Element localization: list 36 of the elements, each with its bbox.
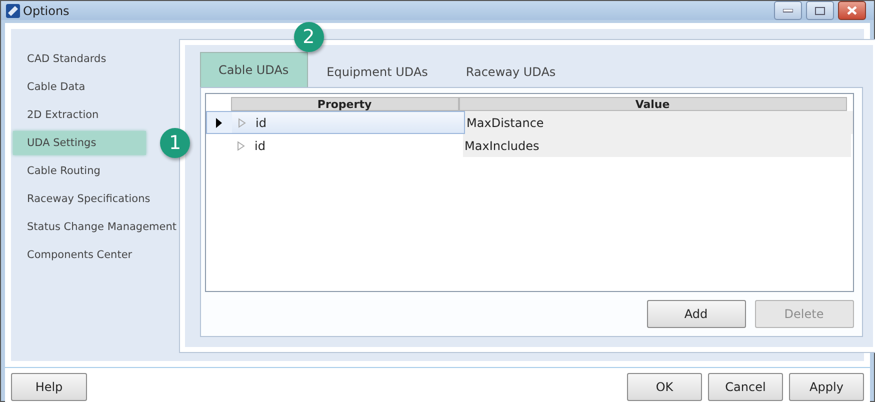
tab[interactable]: Raceway UDAs <box>446 56 575 87</box>
dialog-button[interactable]: Apply <box>789 373 864 401</box>
close-icon <box>847 6 857 15</box>
property-text: id <box>254 138 266 152</box>
sidebar-item[interactable]: 2D Extraction <box>13 103 146 127</box>
sidebar-item[interactable]: Status Change Management <box>13 215 179 239</box>
minimize-button[interactable] <box>774 1 802 20</box>
maximize-icon <box>815 6 825 14</box>
property-cell[interactable]: id <box>230 134 463 157</box>
tab[interactable]: Equipment UDAs <box>308 56 447 87</box>
sidebar-item[interactable]: Cable Data <box>13 75 146 99</box>
help-button[interactable]: Help <box>11 373 87 401</box>
sidebar-item[interactable]: Components Center <box>13 243 146 267</box>
current-row-icon <box>216 118 222 128</box>
sidebar-item[interactable]: Cable Routing <box>13 159 146 183</box>
maximize-button[interactable] <box>806 1 834 20</box>
column-header[interactable]: Value <box>458 97 847 111</box>
column-header[interactable]: Property <box>230 97 459 111</box>
dialog-button[interactable]: Cancel <box>708 373 783 401</box>
callout-badge: 2 <box>294 22 324 52</box>
property-text: id <box>256 116 266 130</box>
add-button[interactable]: Add <box>646 300 746 328</box>
tab[interactable]: Cable UDAs <box>200 52 308 87</box>
callout-badge: 1 <box>160 128 190 158</box>
value-cell[interactable]: MaxIncludes <box>462 134 851 157</box>
window-title: Options <box>23 4 70 18</box>
sidebar-item[interactable]: UDA Settings <box>13 131 146 155</box>
row-header[interactable] <box>206 111 232 134</box>
value-cell[interactable]: MaxDistance <box>464 111 853 134</box>
minimize-icon <box>783 8 793 12</box>
app-icon <box>5 2 21 18</box>
dialog-button[interactable]: OK <box>627 373 702 401</box>
sidebar-item[interactable]: CAD Standards <box>13 47 146 71</box>
property-cell[interactable]: id <box>232 111 465 134</box>
sidebar-item[interactable]: Raceway Specifications <box>13 187 152 211</box>
close-button[interactable] <box>838 1 866 20</box>
